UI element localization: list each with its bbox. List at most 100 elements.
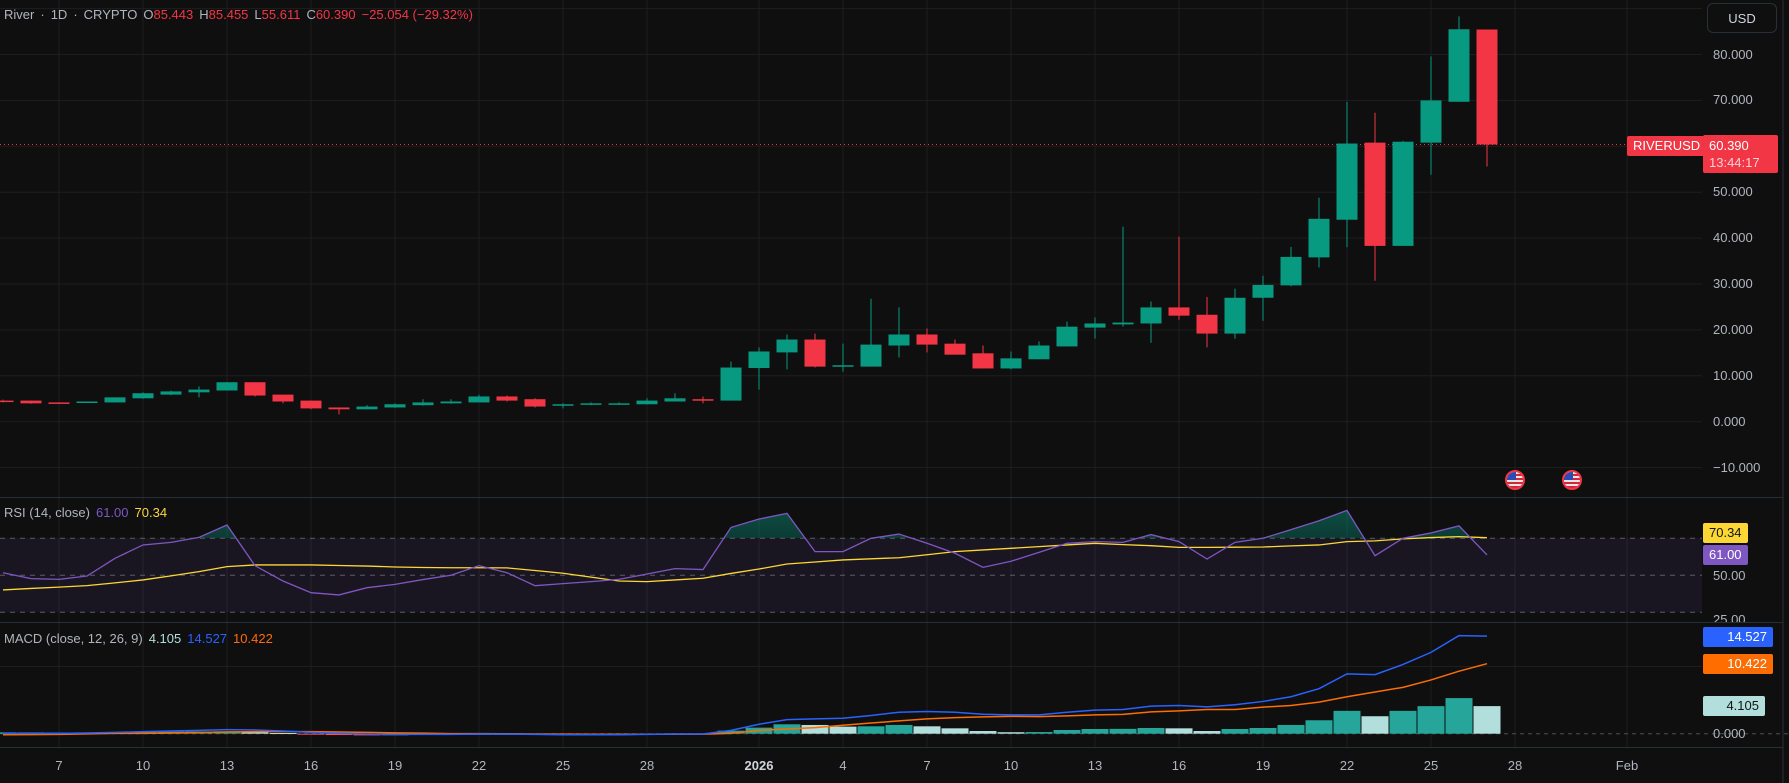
ohlc-open: O85.443 [143,7,194,22]
time-axis-label: 22 [471,758,487,773]
macd-histogram-bar [1025,732,1053,734]
time-axis-label: 25 [1423,758,1439,773]
chart-canvas[interactable] [0,0,1789,783]
macd-histogram-bar [1445,698,1473,734]
macd-legend: MACD (close, 12, 26, 9) 4.105 14.527 10.… [4,631,273,646]
price-axis-label: −10.000 [1713,459,1761,475]
macd-histogram-bar [1389,710,1417,734]
candle-body [104,397,126,403]
price-axis-label: 40.000 [1713,230,1753,246]
candle-body [356,406,378,410]
macd-histogram-bar [1109,728,1137,734]
time-axis-label: 19 [387,758,403,773]
candle-body [1196,314,1218,334]
macd-histogram-bar [997,732,1025,734]
separator: · [40,7,45,22]
candle-body [1476,29,1498,145]
candle-body [244,382,266,396]
time-axis-label: 16 [303,758,319,773]
macd-histogram-bar [1221,728,1249,734]
macd-histogram-bar [1277,724,1305,734]
candle-body [608,403,630,405]
signal-tag: 10.422 [1703,654,1773,674]
rsi-title[interactable]: RSI (14, close) [4,505,90,520]
macd-histogram-bar [297,733,325,735]
candle-body [440,401,462,404]
rsi-value: 61.00 [95,505,129,520]
candle-body [1448,29,1470,102]
time-axis-label: 2026 [744,758,774,773]
candle-body [188,389,210,393]
candle-body [1336,143,1358,220]
candle-body [1084,323,1106,328]
candle-body [384,404,406,408]
candle-body [692,399,714,401]
candle-body [860,344,882,367]
time-axis-label: 13 [219,758,235,773]
candle-body [552,404,574,406]
time-axis-label: Feb [1615,758,1639,773]
ohlc-close: C60.390 [306,7,356,22]
candle-body [1224,297,1246,334]
macd-histogram-bar [1333,710,1361,734]
candle-body [328,407,350,410]
ohlc-low: L55.611 [254,7,301,22]
macd-histogram-bar [1165,728,1193,734]
candle-body [524,399,546,407]
symbol-name[interactable]: River [4,7,34,22]
candle-body [48,402,70,404]
candle-body [804,339,826,367]
candle-body [496,396,518,401]
candle-body [76,401,98,404]
separator: · [73,7,78,22]
rsi-axis-label: 50.00 [1713,568,1746,583]
candle-body [1168,307,1190,316]
hist-tag: 4.105 [1703,696,1765,716]
macd-hist-value: 4.105 [148,631,182,646]
rsi-axis-label: 25.00 [1713,612,1746,622]
macd-histogram-bar [1053,730,1081,734]
macd-histogram-bar [1417,706,1445,734]
price-axis-label: 10.000 [1713,367,1753,383]
price-axis-label: 0.000 [1713,413,1746,429]
macd-histogram-bar [829,726,857,734]
candle-body [1112,322,1134,325]
macd-histogram-bar [941,728,969,734]
candle-body [888,334,910,346]
candle-body [1140,307,1162,324]
candle-body [132,393,154,399]
us-flag-event-icon[interactable] [1562,470,1582,490]
candle-body [1364,142,1386,246]
time-axis-label: 28 [639,758,655,773]
macd-histogram-bar [1249,727,1277,734]
time-axis-label: 16 [1171,758,1187,773]
candle-body [1420,100,1442,143]
macd-histogram-bar [885,724,913,734]
candle-body [216,382,238,391]
candle-body [580,403,602,405]
candle-body [1056,326,1078,347]
candle-body [300,400,322,409]
last-price-label: 60.390 13:44:17 [1703,135,1778,173]
macd-signal-line [2,662,1488,736]
candle-body [944,343,966,355]
candle-body [20,400,42,404]
macd-histogram-bar [1361,716,1389,734]
candle-body [748,351,770,368]
candle-body [272,394,294,402]
macd-line [3,634,1488,736]
price-axis-label: 70.000 [1713,92,1753,108]
candle-body [1000,358,1022,369]
price-axis-label: 80.000 [1713,46,1753,62]
macd-histogram-bar [913,726,941,734]
price-axis-label: 20.000 [1713,321,1753,337]
bar-countdown: 13:44:17 [1709,155,1760,170]
macd-title[interactable]: MACD (close, 12, 26, 9) [4,631,143,646]
time-axis-label: 4 [839,758,847,773]
us-flag-event-icon[interactable] [1505,470,1525,490]
candle-body [776,339,798,353]
macd-histogram-bar [969,731,997,734]
currency-button[interactable]: USD [1707,3,1777,33]
last-price: 60.390 [1709,138,1749,153]
interval: 1D [50,7,68,22]
